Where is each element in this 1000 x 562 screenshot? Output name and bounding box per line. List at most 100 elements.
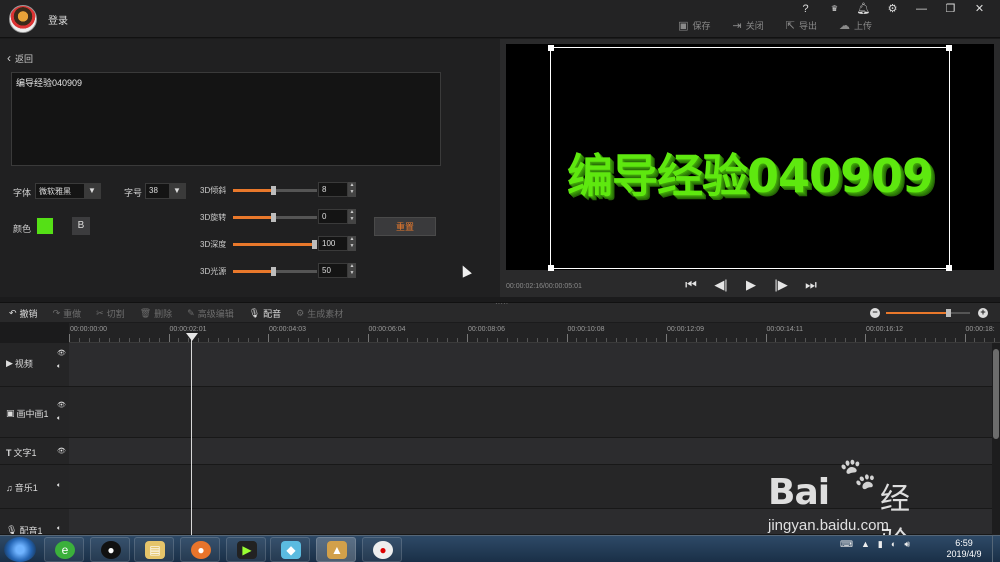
eye-icon[interactable]: 👁︎ [57, 447, 66, 455]
font-label: 字体 [13, 188, 32, 198]
track-header-pip[interactable]: ▣ 画中画1 👁︎ 🔈︎ [0, 387, 69, 438]
depth-value-input[interactable]: 100 [318, 236, 348, 251]
maximize-icon[interactable]: ❐ [936, 2, 965, 16]
playhead-handle[interactable] [186, 333, 198, 341]
speaker-icon[interactable]: 🔈︎ [57, 525, 61, 533]
slider-3d-rotate[interactable]: 3D旋转 0 ▲ ▼ [200, 209, 360, 225]
track-header-dub[interactable]: 🎙︎ 配音1 🔈︎ [0, 509, 69, 535]
baidu-paw-logo: 🐾︎ [836, 456, 880, 494]
font-select[interactable]: 微软雅黑 ▼ [35, 183, 101, 199]
slider-knob[interactable] [270, 213, 276, 222]
close-button[interactable]: ⇥ 关闭 [733, 19, 764, 32]
ruler-tick [566, 334, 568, 342]
time-ruler[interactable]: 00:00:00:00 00:00:02:01 00:00:04:03 00:00:0… [69, 323, 1000, 343]
scrollbar-thumb[interactable] [993, 349, 999, 439]
slider-knob[interactable] [312, 240, 317, 249]
help-icon[interactable]: ? [791, 2, 820, 16]
slider-knob[interactable] [270, 186, 276, 195]
eye-icon[interactable]: 👁︎ [57, 401, 66, 409]
close-window-icon[interactable]: ✕ [965, 2, 994, 16]
keyboard-icon[interactable]: ⌨ [840, 539, 853, 550]
undo-button[interactable]: ↶ 撤销 [9, 307, 38, 320]
network-icon[interactable]: ◐ [891, 539, 896, 550]
generate-button[interactable]: ⚙ 生成素材 [296, 307, 343, 320]
skip-end-icon[interactable]: ⏭ [803, 277, 819, 293]
taskbar-explorer[interactable]: ▤ [134, 537, 174, 562]
taskbar-qq[interactable]: ● [90, 537, 130, 562]
resize-handle[interactable] [548, 265, 554, 271]
resize-handle[interactable] [548, 45, 554, 51]
back-button[interactable]: ‹ 返回 [7, 51, 33, 65]
ruler-minor-tick [98, 338, 100, 342]
zoom-out-icon[interactable]: − [870, 308, 880, 318]
zoom-slider-knob[interactable] [946, 309, 952, 317]
track-pip[interactable] [69, 387, 992, 438]
dub-button[interactable]: 🎙︎ 配音 [249, 307, 281, 320]
taskbar-recorder[interactable]: ● [362, 537, 402, 562]
vip-icon[interactable]: ♛ [820, 2, 849, 16]
spinner-icon[interactable]: ▲ ▼ [348, 209, 356, 224]
track-header-music[interactable]: ♫ 音乐1 🔈︎ [0, 465, 69, 509]
speaker-icon[interactable]: 🔈︎ [57, 415, 61, 423]
text-input[interactable]: 编导经验040909 [11, 72, 441, 166]
show-desktop-button[interactable] [992, 536, 1000, 562]
taskbar-clock[interactable]: 6:59 2019/4/9 [940, 538, 988, 560]
resize-handle[interactable] [946, 265, 952, 271]
cut-button[interactable]: ✂ 切割 [96, 307, 125, 320]
play-icon[interactable]: ▶ [743, 277, 759, 293]
playhead-line[interactable] [191, 334, 192, 535]
bold-button[interactable]: B [72, 217, 90, 235]
minimize-icon[interactable]: — [907, 2, 936, 16]
slider-3d-tilt[interactable]: 3D倾斜 8 ▲ ▼ [200, 182, 360, 198]
reset-button[interactable]: 重置 [374, 217, 436, 236]
spinner-icon[interactable]: ▲ ▼ [348, 236, 356, 251]
taskbar-media-app[interactable]: ▶ [226, 537, 266, 562]
slider-3d-light[interactable]: 3D光源 50 ▲ ▼ [200, 263, 360, 279]
upload-button[interactable]: ☁ 上传 [839, 19, 872, 32]
delete-button[interactable]: 🗑︎ 删除 [140, 307, 172, 320]
step-back-icon[interactable]: ◀| [713, 277, 729, 293]
speaker-icon[interactable]: 🔈︎ [57, 363, 61, 371]
ruler-label: 00:00:12:09 [667, 326, 704, 333]
slider-knob[interactable] [270, 267, 276, 276]
slider-3d-depth[interactable]: 3D深度 100 ▲ ▼ [200, 236, 360, 252]
taskbar-firefox[interactable]: ● [180, 537, 220, 562]
track-header-video[interactable]: ▶ 视频 👁︎ 🔈︎ [0, 343, 69, 387]
splitter-grip[interactable]: ····· [495, 299, 508, 308]
zoom-in-icon[interactable]: + [978, 308, 988, 318]
file-toolbar: ▣ 保存 ⇥ 关闭 ⇱ 导出 ☁ 上传 [678, 19, 872, 32]
taskbar-app-blue[interactable]: ◆ [270, 537, 310, 562]
user-avatar[interactable] [9, 5, 37, 33]
save-button[interactable]: ▣ 保存 [678, 19, 710, 32]
taskbar-360-browser[interactable]: e [44, 537, 84, 562]
advanced-edit-button[interactable]: ✎ 高级编辑 [187, 307, 234, 320]
gear-icon[interactable]: ⚙ [878, 2, 907, 16]
track-header-text[interactable]: T 文字1 👁︎ [0, 438, 69, 465]
rotate-value-input[interactable]: 0 [318, 209, 348, 224]
resize-handle[interactable] [946, 45, 952, 51]
step-forward-icon[interactable]: |▶ [773, 277, 789, 293]
bell-icon[interactable]: 🔔︎ [849, 2, 878, 16]
login-link[interactable]: 登录 [48, 12, 68, 27]
eye-icon[interactable]: 👁︎ [57, 349, 66, 357]
color-swatch[interactable] [36, 217, 54, 235]
taskbar-video-editor[interactable]: ▲ [316, 537, 356, 562]
speaker-icon[interactable]: 🔈︎ [57, 482, 61, 490]
volume-icon[interactable]: 🔊︎ [904, 539, 910, 550]
spinner-icon[interactable]: ▲ ▼ [348, 263, 356, 278]
size-select[interactable]: 38 ▼ [145, 183, 186, 199]
undo-icon: ↶ [9, 308, 17, 318]
tilt-value-input[interactable]: 8 [318, 182, 348, 197]
redo-button[interactable]: ↷ 重做 [53, 307, 82, 320]
track-video[interactable] [69, 343, 992, 387]
battery-icon[interactable]: ▮ [878, 539, 883, 550]
start-button[interactable] [4, 537, 36, 562]
ruler-minor-tick [377, 338, 379, 342]
timeline-scrollbar[interactable] [992, 343, 1000, 535]
preview-screen[interactable]: 编导经验040909 [506, 44, 994, 271]
light-value-input[interactable]: 50 [318, 263, 348, 278]
export-button[interactable]: ⇱ 导出 [786, 19, 817, 32]
show-hidden-icon[interactable]: ▲ [861, 539, 870, 550]
spinner-icon[interactable]: ▲ ▼ [348, 182, 356, 197]
skip-start-icon[interactable]: ⏮ [683, 277, 699, 293]
